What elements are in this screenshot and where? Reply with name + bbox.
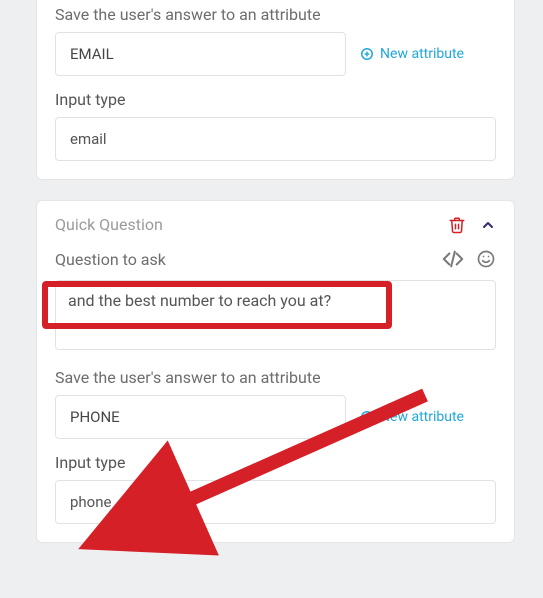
code-icon[interactable] [442,248,464,270]
save-attribute-label: Save the user's answer to an attribute [55,368,321,387]
question-textarea[interactable]: and the best number to reach you at? [55,280,496,350]
save-attribute-label: Save the user's answer to an attribute [55,5,321,24]
input-type-select[interactable]: email [55,117,496,161]
chevron-up-icon[interactable] [480,217,496,233]
smile-icon[interactable] [476,249,496,269]
question-text: and the best number to reach you at? [68,291,331,312]
question-label-row: Question to ask [55,248,496,270]
input-type-label: Input type [55,453,125,472]
question-card-phone: Quick Question Question to ask [36,200,515,543]
input-type-label: Input type [55,90,125,109]
card-title: Quick Question [55,215,163,234]
question-label: Question to ask [55,250,166,269]
attribute-input-row: EMAIL New attribute [55,32,496,76]
trash-icon[interactable] [448,216,466,234]
attribute-input-row: PHONE New attribute [55,395,496,439]
attribute-input[interactable]: EMAIL [55,32,346,76]
card-header: Quick Question [55,201,496,234]
plus-circle-icon [360,47,374,61]
attribute-input[interactable]: PHONE [55,395,346,439]
new-attribute-label: New attribute [380,409,464,425]
input-type-row: Input type [55,90,496,109]
new-attribute-label: New attribute [380,46,464,62]
input-type-row: Input type [55,453,496,472]
new-attribute-link[interactable]: New attribute [360,46,464,62]
save-attribute-row: Save the user's answer to an attribute [55,5,496,24]
new-attribute-link[interactable]: New attribute [360,409,464,425]
plus-circle-icon [360,410,374,424]
save-attribute-row: Save the user's answer to an attribute [55,368,496,387]
question-card-email: Save the user's answer to an attribute E… [36,0,515,180]
input-type-select[interactable]: phone [55,480,496,524]
